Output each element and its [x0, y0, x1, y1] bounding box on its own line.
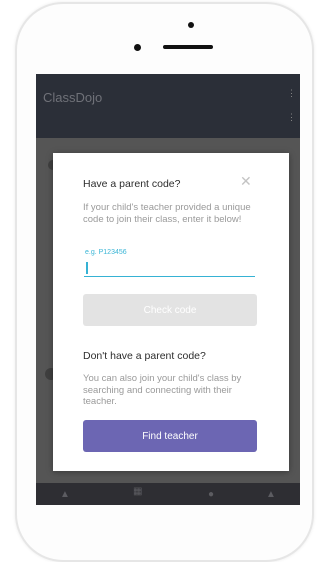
story-icon[interactable]: ▦ [133, 486, 142, 497]
profile-icon[interactable]: ▲ [266, 489, 276, 500]
text-caret [86, 262, 88, 274]
check-code-button[interactable]: Check code [83, 294, 257, 326]
parent-code-dialog: Have a parent code? ✕ If your child's te… [53, 153, 289, 471]
parent-code-input[interactable] [84, 259, 255, 277]
earpiece-speaker [163, 45, 213, 49]
dialog-description: If your child's teacher provided a uniqu… [83, 202, 251, 225]
parent-code-label: e.g. P123456 [85, 249, 127, 256]
close-icon[interactable]: ✕ [240, 174, 252, 188]
app-title: ClassDojo [43, 90, 103, 105]
dialog-title: Have a parent code? [83, 178, 181, 190]
front-camera [188, 22, 194, 28]
no-code-description: You can also join your child's class by … [83, 373, 242, 407]
app-bar: ClassDojo ⋮ ⋮ [36, 74, 300, 138]
more-vert-icon[interactable]: ⋮ [287, 113, 296, 122]
no-code-title: Don't have a parent code? [83, 350, 206, 362]
proximity-sensor [134, 44, 141, 51]
bottom-nav: ▲ ▦ ● ▲ [36, 483, 300, 505]
messages-icon[interactable]: ● [208, 489, 214, 500]
more-vert-icon[interactable]: ⋮ [287, 89, 296, 98]
home-icon[interactable]: ▲ [60, 489, 70, 500]
find-teacher-button[interactable]: Find teacher [83, 420, 257, 452]
